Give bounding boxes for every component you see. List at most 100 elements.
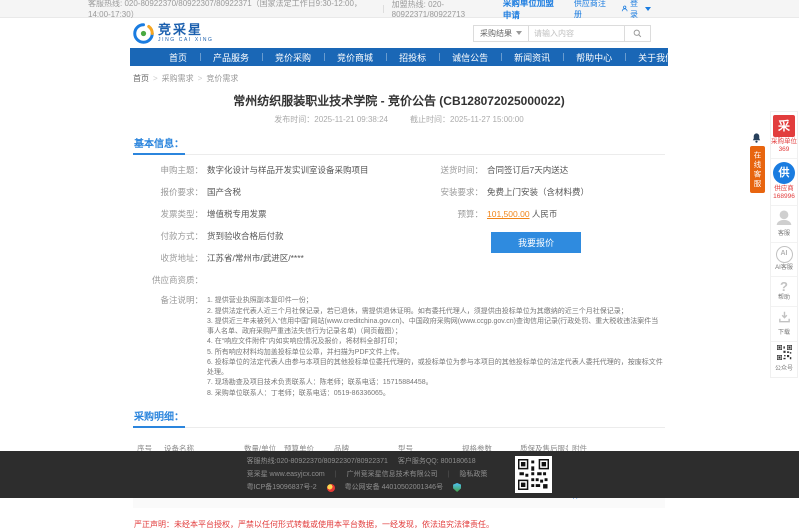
breadcrumb-home[interactable]: 首页 xyxy=(133,73,149,84)
remarks-list: 1. 提供营业执照副本复印件一份； 2. 提供法定代表人近三个月社保记录，若已退… xyxy=(207,294,665,399)
police-badge-icon xyxy=(327,484,335,492)
nav-item-home[interactable]: 首页 xyxy=(156,48,200,66)
qr-code-icon xyxy=(518,459,549,490)
field-quote-requirement: 报价要求： 国产含税 xyxy=(133,186,413,198)
basic-info-title: 基本信息： xyxy=(133,135,185,155)
rail-download[interactable]: 下载 xyxy=(771,307,797,342)
remark-item: 6. 投标单位的法定代表人由参与本项目的其他投标单位委托代理的，或投标单位为参与… xyxy=(207,358,665,377)
user-icon xyxy=(621,4,628,13)
supplier-glyph-icon: 供 xyxy=(773,162,795,184)
online-service-ribbon[interactable]: 在线客服 xyxy=(750,146,765,193)
nav-item-help[interactable]: 帮助中心 xyxy=(563,48,625,66)
join-hotline: 加盟热线: 020-80922371/80922713 xyxy=(392,0,503,19)
ai-service-icon: AI xyxy=(776,246,793,263)
search-category-select[interactable]: 采购结果 xyxy=(473,25,529,42)
publish-time: 发布时间：2025-11-21 09:38:24 xyxy=(274,114,388,125)
logo-swirl-icon xyxy=(133,23,154,44)
remark-item: 4. 在“响应文件附件”内如实响应情况及报价，将材料全部打印； xyxy=(207,337,665,347)
rail-purchaser-stats[interactable]: 采 采购单位 369 xyxy=(771,112,797,159)
rail-ai-service[interactable]: AI AI客服 xyxy=(771,243,797,277)
purchaser-join-link[interactable]: 采购单位加盟申请 xyxy=(503,0,562,21)
floating-rail: 采 采购单位 369 供 供应商 168996 客服 AI AI客服 ? 帮助 … xyxy=(770,111,798,378)
rail-help[interactable]: ? 帮助 xyxy=(771,277,797,307)
breadcrumb-separator: > xyxy=(198,74,203,83)
field-remarks: 备注说明： 1. 提供营业执照副本复印件一份； 2. 提供法定代表人近三个月社保… xyxy=(133,294,665,399)
field-delivery-address: 收货地址： 江苏省/常州市/武进区/**** xyxy=(133,252,413,264)
rail-wechat-qr[interactable]: 公众号 xyxy=(771,342,797,377)
help-question-icon: ? xyxy=(771,280,797,294)
remark-item: 1. 提供营业执照副本复印件一份； xyxy=(207,296,665,306)
field-payment-method: 付款方式： 货到验收合格后付款 xyxy=(133,230,413,242)
remark-item: 7. 现场勘查及项目技术负责联系人：陈老师；联系电话：15715884458。 xyxy=(207,378,665,388)
breadcrumb-purchase-demand[interactable]: 采购需求 xyxy=(162,73,194,84)
breadcrumb: 首页 > 采购需求 > 竞价需求 xyxy=(133,66,665,88)
chevron-down-icon xyxy=(516,31,522,35)
site-footer: 客服热线:020-80922370/80922307/80922371 客户服务… xyxy=(0,451,799,498)
footer-qq: 客户服务QQ: 800180618 xyxy=(398,455,476,468)
search-bar: 采购结果 xyxy=(473,25,651,42)
legal-disclaimer: 严正声明：未经本平台授权，严禁以任何形式转载或使用本平台数据，一经发现，依法追究… xyxy=(134,519,665,530)
footer-privacy-link[interactable]: 隐私政策 xyxy=(459,468,487,481)
notice-meta: 发布时间：2025-11-21 09:38:24 截止时间：2025-11-27… xyxy=(133,114,665,125)
purchase-detail-section-head: 采购明细： xyxy=(133,407,665,428)
field-budget: 预算： 101,500.00 人民币 xyxy=(413,208,665,220)
rail-supplier-stats[interactable]: 供 供应商 168996 xyxy=(771,159,797,206)
footer-hotline: 客服热线:020-80922370/80922307/80922371 xyxy=(247,455,388,468)
breadcrumb-separator: > xyxy=(153,74,158,83)
download-icon xyxy=(777,310,792,324)
mini-qr-code-icon xyxy=(777,345,792,360)
budget-currency: 人民币 xyxy=(530,209,558,219)
nav-item-products[interactable]: 产品服务 xyxy=(200,48,262,66)
remark-item: 8. 采购单位联系人：丁老师；联系电话：0519-86336065。 xyxy=(207,389,665,399)
search-category-value: 采购结果 xyxy=(480,28,512,39)
service-hotline: 客服热线: 020-80922370/80922307/80922371（国家法… xyxy=(88,0,375,20)
budget-amount: 101,500.00 xyxy=(487,209,530,219)
field-invoice-type: 发票类型： 增值税专用发票 xyxy=(133,208,413,220)
footer-police-link[interactable]: 粤公网安备 44010502001346号 xyxy=(345,481,443,494)
breadcrumb-bidding-demand: 竞价需求 xyxy=(206,73,238,84)
field-subject: 申购主题： 数字化设计与样品开发实训室设备采购项目 xyxy=(133,164,413,176)
footer-company: 广州竞采星信息技术有限公司 xyxy=(347,468,438,481)
nav-item-integrity[interactable]: 诚信公告 xyxy=(439,48,501,66)
rail-customer-service[interactable]: 客服 xyxy=(771,206,797,243)
basic-info-section-head: 基本信息： xyxy=(133,134,665,155)
site-logo[interactable]: 竞采星 JING CAI XING xyxy=(133,23,214,44)
logo-subtitle: JING CAI XING xyxy=(158,38,214,43)
page-title: 常州纺织服装职业技术学院 - 竞价公告 (CB128072025000022) xyxy=(133,92,665,109)
remark-item: 3. 提供近三年未被列入“信用中国”网站(www.creditchina.gov… xyxy=(207,317,665,336)
login-label: 登录 xyxy=(630,0,643,20)
search-icon xyxy=(633,29,642,38)
main-nav: 首页 产品服务 竞价采购 竞价商城 招投标 诚信公告 新闻资讯 帮助中心 关于我… xyxy=(130,48,668,66)
login-menu[interactable]: 登录 xyxy=(621,0,651,20)
footer-site-link[interactable]: 竞采星 www.easyjcx.com xyxy=(247,468,325,481)
remark-item: 2. 提供法定代表人近三个月社保记录，若已退休，需提供退休证明。如有委托代理人，… xyxy=(207,307,665,317)
nav-item-about[interactable]: 关于我们 xyxy=(625,48,687,66)
topbar-divider xyxy=(383,5,384,13)
customer-service-avatar-icon xyxy=(775,209,793,225)
basic-info-fields: 申购主题： 数字化设计与样品开发实训室设备采购项目 报价要求： 国产含税 发票类… xyxy=(133,164,665,274)
chevron-down-icon xyxy=(645,7,651,11)
field-install-requirement: 安装要求： 免费上门安装（含材料费） xyxy=(413,186,665,198)
footer-icp-link[interactable]: 粤ICP备19096837号-2 xyxy=(247,481,317,494)
search-button[interactable] xyxy=(625,25,651,42)
nav-item-bidding-mall[interactable]: 竞价商城 xyxy=(324,48,386,66)
top-utility-bar: 客服热线: 020-80922370/80922307/80922371（国家法… xyxy=(0,0,799,18)
purchaser-count: 369 xyxy=(771,146,797,154)
quote-button[interactable]: 我要报价 xyxy=(491,232,581,253)
purchaser-glyph-icon: 采 xyxy=(773,115,795,137)
notification-bell-button[interactable] xyxy=(751,132,762,144)
bell-icon xyxy=(751,132,762,144)
nav-item-tenders[interactable]: 招投标 xyxy=(386,48,439,66)
field-supplier-qualification: 供应商资质： xyxy=(133,274,665,286)
logo-title: 竞采星 xyxy=(158,23,214,36)
site-header: 竞采星 JING CAI XING 采购结果 xyxy=(0,18,799,48)
remark-item: 5. 所有响应材料均加盖投标单位公章，并扫描为PDF文件上传。 xyxy=(207,348,665,358)
supplier-count: 168996 xyxy=(771,193,797,201)
nav-item-bidding-purchase[interactable]: 竞价采购 xyxy=(262,48,324,66)
purchase-detail-title: 采购明细： xyxy=(133,408,185,428)
field-delivery-time: 送货时间： 合同签订后7天内送达 xyxy=(413,164,665,176)
supplier-register-link[interactable]: 供应商注册 xyxy=(574,0,609,20)
security-shield-icon xyxy=(453,483,461,492)
nav-item-news[interactable]: 新闻资讯 xyxy=(501,48,563,66)
search-input[interactable] xyxy=(529,25,625,42)
